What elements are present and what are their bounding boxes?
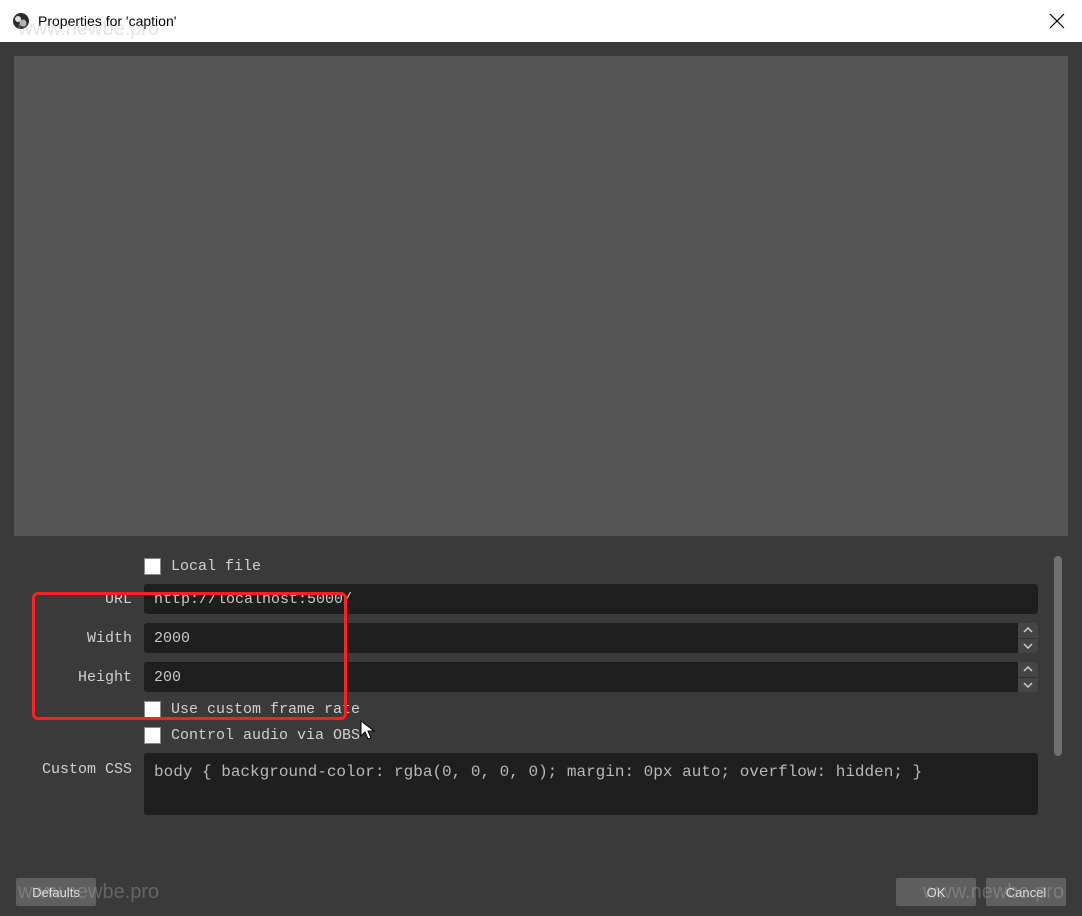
framerate-row: Use custom frame rate (14, 701, 1038, 718)
width-spinner (1018, 623, 1038, 653)
titlebar: Properties for 'caption' (0, 0, 1082, 42)
custom-css-row: Custom CSS (14, 753, 1038, 815)
audio-row: Control audio via OBS (14, 727, 1038, 744)
close-icon[interactable] (1048, 12, 1066, 30)
url-label: URL (14, 591, 144, 608)
framerate-label[interactable]: Use custom frame rate (171, 701, 360, 718)
custom-css-label: Custom CSS (14, 753, 144, 778)
height-spinner-up-icon[interactable] (1018, 662, 1038, 678)
height-spinner-down-icon[interactable] (1018, 678, 1038, 693)
height-input[interactable] (144, 662, 1018, 692)
width-label: Width (14, 630, 144, 647)
audio-label[interactable]: Control audio via OBS (171, 727, 360, 744)
defaults-button[interactable]: Defaults (16, 878, 96, 906)
local-file-label[interactable]: Local file (171, 558, 261, 575)
scrollbar[interactable] (1054, 556, 1062, 756)
cancel-button[interactable]: Cancel (986, 878, 1066, 906)
preview-area (14, 56, 1068, 536)
app-icon (12, 12, 30, 30)
custom-css-input[interactable] (144, 753, 1038, 815)
width-row: Width (14, 623, 1038, 653)
local-file-checkbox[interactable] (144, 558, 161, 575)
window-title: Properties for 'caption' (38, 13, 176, 29)
width-spinner-down-icon[interactable] (1018, 639, 1038, 654)
button-bar: Defaults OK Cancel (0, 868, 1082, 916)
framerate-checkbox[interactable] (144, 701, 161, 718)
height-spinner (1018, 662, 1038, 692)
height-label: Height (14, 669, 144, 686)
settings-area: Local file URL Width (0, 550, 1082, 868)
url-input[interactable] (144, 584, 1038, 614)
width-spinner-up-icon[interactable] (1018, 623, 1038, 639)
local-file-row: Local file (14, 558, 1038, 575)
width-input[interactable] (144, 623, 1018, 653)
ok-button[interactable]: OK (896, 878, 976, 906)
audio-checkbox[interactable] (144, 727, 161, 744)
window-body: Local file URL Width (0, 42, 1082, 916)
url-row: URL (14, 584, 1038, 614)
property-form: Local file URL Width (14, 550, 1038, 815)
height-row: Height (14, 662, 1038, 692)
